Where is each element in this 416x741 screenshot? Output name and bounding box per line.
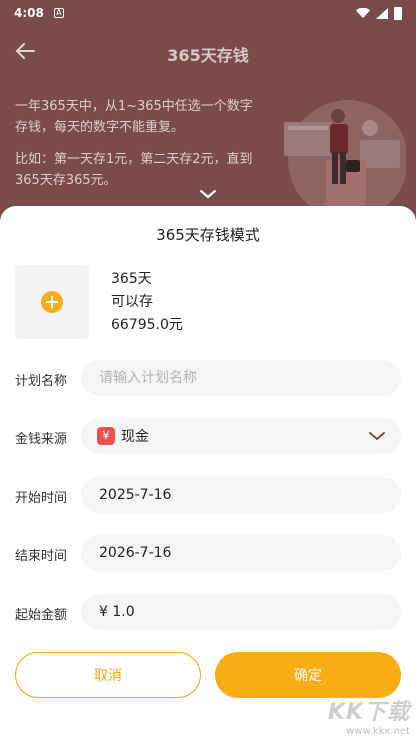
intro-text: 一年365天中，从1~365中任选一个数字存钱，每天的数字不能重复。 比如：第一… [15, 96, 265, 202]
signal-icon [376, 7, 388, 19]
intro-paragraph-1: 一年365天中，从1~365中任选一个数字存钱，每天的数字不能重复。 [15, 99, 253, 135]
money-source-select[interactable]: ¥ 现金 [81, 418, 401, 454]
status-icons [356, 6, 402, 20]
plan-summary: 365天 可以存 66795.0元 [111, 268, 183, 337]
watermark: KK下载 www.kkx.net [328, 694, 410, 737]
start-time-field[interactable]: 2025-7-16 [81, 477, 401, 513]
bottom-sheet: 365天存钱模式 365天 可以存 66795.0元 计划名称 金钱来源 ¥ 现… [0, 206, 416, 741]
summary-amount: 66795.0元 [111, 317, 183, 333]
notification-icon: A [53, 8, 64, 18]
start-amount-field[interactable]: ¥ 1.0 [81, 594, 401, 630]
page-title: 365天存钱 [167, 46, 249, 65]
end-time-label: 结束时间 [15, 549, 68, 564]
status-time: 4:08 [14, 6, 44, 20]
plan-name-field[interactable] [81, 360, 401, 396]
money-source-value: 现金 [121, 429, 149, 445]
end-time-value: 2026-7-16 [99, 545, 172, 561]
sheet-title: 365天存钱模式 [156, 226, 260, 244]
cash-icon: ¥ [97, 427, 115, 445]
cancel-button[interactable]: 取消 [15, 652, 201, 698]
plan-name-input[interactable] [99, 370, 383, 386]
chevron-down-icon [369, 432, 385, 441]
wifi-icon [356, 8, 370, 18]
intro-paragraph-2: 比如：第一天存1元，第二天存2元，直到365天存365元。 [15, 152, 253, 188]
start-amount-value: ¥ 1.0 [99, 604, 135, 620]
summary-days: 365天 [111, 271, 152, 287]
status-bar: 4:08 A [0, 0, 416, 26]
app-bar: 365天存钱 [0, 26, 416, 78]
watermark-logo: KK下载 [327, 700, 410, 725]
add-image-button[interactable] [15, 265, 89, 339]
chevron-down-icon[interactable] [198, 188, 218, 200]
confirm-button[interactable]: 确定 [215, 652, 401, 698]
start-time-value: 2025-7-16 [99, 487, 172, 503]
start-amount-label: 起始金额 [15, 608, 68, 623]
plan-name-label: 计划名称 [15, 374, 68, 389]
summary-label: 可以存 [111, 294, 153, 310]
end-time-field[interactable]: 2026-7-16 [81, 535, 401, 571]
watermark-url: www.kkx.net [346, 726, 410, 737]
money-source-label: 金钱来源 [15, 432, 68, 447]
illustration-image [284, 100, 406, 210]
start-time-label: 开始时间 [15, 491, 68, 506]
plus-icon [41, 291, 63, 313]
battery-icon [394, 6, 402, 20]
